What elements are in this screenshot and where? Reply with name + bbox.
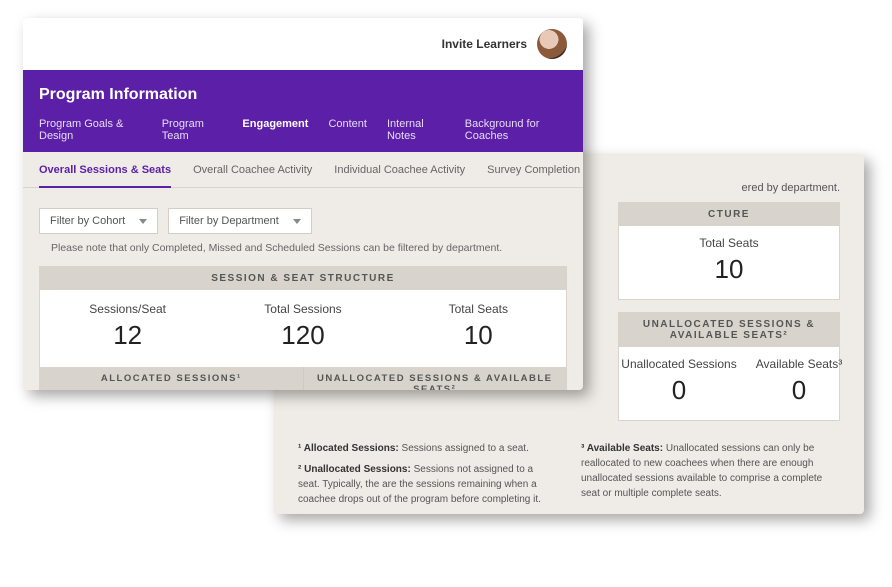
front-card: Invite Learners Program Information Prog…	[23, 18, 583, 390]
tab-internal-notes[interactable]: Internal Notes	[387, 118, 445, 152]
avatar[interactable]	[537, 29, 567, 59]
filter-cohort-label: Filter by Cohort	[50, 215, 125, 227]
allocation-headers: ALLOCATED SESSIONS¹ UNALLOCATED SESSIONS…	[40, 367, 566, 390]
invite-learners-button[interactable]: Invite Learners	[442, 37, 527, 51]
unallocated-sessions-col: Unallocated Sessions 0	[619, 357, 739, 406]
footnote-2-label: ² Unallocated Sessions:	[298, 464, 411, 475]
subtab-individual-coachee[interactable]: Individual Coachee Activity	[334, 164, 465, 187]
stat-value: 10	[418, 320, 538, 351]
unallocated-header: UNALLOCATED SESSIONS & AVAILABLE SEATS²	[619, 313, 839, 347]
main-tabs: Program Goals & Design Program Team Enga…	[39, 118, 567, 152]
stat-label: Total Seats	[418, 302, 538, 316]
tab-program-team[interactable]: Program Team	[162, 118, 223, 152]
total-seats-col: Total Seats 10	[418, 302, 538, 351]
chevron-down-icon	[139, 219, 147, 224]
stat-label: Total Seats	[669, 236, 789, 250]
page-title: Program Information	[39, 86, 567, 104]
filter-note: Please note that only Completed, Missed …	[23, 242, 583, 266]
allocated-header: ALLOCATED SESSIONS¹	[40, 367, 304, 390]
stat-value: 10	[669, 254, 789, 285]
header-bar: Program Information Program Goals & Desi…	[23, 70, 583, 152]
stat-label: Unallocated Sessions	[619, 357, 739, 371]
top-bar: Invite Learners	[23, 18, 583, 70]
stat-value: 0	[619, 375, 739, 406]
unallocated-box-back: UNALLOCATED SESSIONS & AVAILABLE SEATS² …	[618, 312, 840, 421]
footnote-1-text: Sessions assigned to a seat.	[399, 443, 529, 454]
total-sessions-col: Total Sessions 120	[243, 302, 363, 351]
sub-tabs: Overall Sessions & Seats Overall Coachee…	[23, 152, 583, 188]
available-seats-col: Available Seats³ 0	[739, 357, 859, 406]
filter-row: Filter by Cohort Filter by Department	[23, 188, 583, 242]
subtab-overall-sessions[interactable]: Overall Sessions & Seats	[39, 164, 171, 188]
stat-value: 120	[243, 320, 363, 351]
tab-content[interactable]: Content	[328, 118, 367, 152]
stat-label: Total Sessions	[243, 302, 363, 316]
stat-label: Sessions/Seat	[68, 302, 188, 316]
sessions-per-seat-col: Sessions/Seat 12	[68, 302, 188, 351]
structure-header: SESSION & SEAT STRUCTURE	[40, 267, 566, 290]
filter-department-label: Filter by Department	[179, 215, 279, 227]
footnote-1-label: ¹ Allocated Sessions:	[298, 443, 399, 454]
total-seats-col: Total Seats 10	[669, 236, 789, 285]
tab-engagement[interactable]: Engagement	[242, 118, 308, 152]
stat-value: 12	[68, 320, 188, 351]
stat-value: 0	[739, 375, 859, 406]
tab-program-goals[interactable]: Program Goals & Design	[39, 118, 142, 152]
structure-box-back: CTURE Total Seats 10	[618, 202, 840, 300]
subtab-survey-completion[interactable]: Survey Completion Status	[487, 164, 583, 187]
footnote-3-label: ³ Available Seats:	[581, 443, 663, 454]
footnotes: ¹ Allocated Sessions: Sessions assigned …	[298, 441, 840, 507]
structure-header-fragment: CTURE	[619, 203, 839, 226]
filter-cohort-dropdown[interactable]: Filter by Cohort	[39, 208, 158, 234]
filter-department-dropdown[interactable]: Filter by Department	[168, 208, 312, 234]
stat-label: Available Seats³	[739, 357, 859, 371]
tab-background-coaches[interactable]: Background for Coaches	[465, 118, 567, 152]
subtab-overall-coachee[interactable]: Overall Coachee Activity	[193, 164, 312, 187]
chevron-down-icon	[293, 219, 301, 224]
structure-box-front: SESSION & SEAT STRUCTURE Sessions/Seat 1…	[39, 266, 567, 390]
unallocated-header: UNALLOCATED SESSIONS & AVAILABLE SEATS²	[304, 367, 567, 390]
